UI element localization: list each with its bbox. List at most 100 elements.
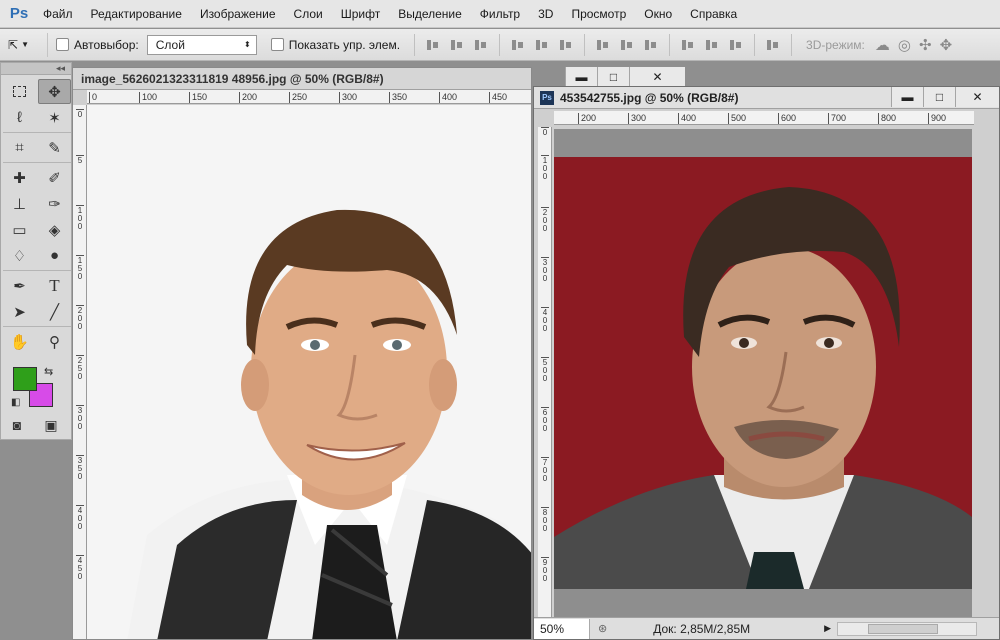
distribute-vcenter-icon[interactable] [620,38,634,52]
auto-select-checkbox[interactable] [56,38,69,51]
ruler-tick: 1 0 0 [76,205,84,231]
move-tool[interactable]: ✥ [38,79,71,104]
lasso-tool[interactable]: ℓ [3,105,36,130]
doc1-maximize-button[interactable]: □ [597,67,629,87]
arrow-cursor-icon: ➤ [13,303,26,321]
align-top-edges-icon[interactable] [426,38,440,52]
document-size-info: Док: 2,85M/2,85M [653,621,751,636]
horizontal-ruler: 0 100 150 200 250 300 350 400 450 [87,90,531,104]
foreground-color-swatch[interactable] [13,367,37,391]
hand-tool[interactable]: ✋ [3,329,36,354]
menu-edit[interactable]: Редактирование [82,0,191,28]
zoom-tool[interactable]: ⚲ [38,329,71,354]
screen-mode-icon[interactable]: ▣ [39,415,63,435]
history-brush-tool[interactable]: ✑ [38,191,71,216]
magnifier-icon: ⚲ [49,333,60,351]
3d-orbit-icon[interactable]: ☁ [875,36,890,54]
horizontal-scrollbar[interactable] [837,621,977,636]
pen-icon: ✒ [13,277,26,295]
menu-filter[interactable]: Фильтр [471,0,529,28]
menu-layers[interactable]: Слои [285,0,332,28]
default-colors-icon[interactable]: ◧ [11,397,20,408]
divider [754,33,756,56]
auto-align-layers-icon[interactable] [766,38,780,52]
swap-colors-icon[interactable]: ⇆ [44,365,53,378]
type-tool[interactable]: T [38,273,71,298]
dodge-tool[interactable]: ● [38,243,71,268]
pen-tool[interactable]: ✒ [3,273,36,298]
photoshop-logo: Ps [9,5,29,22]
ruler-tick: 400 [678,113,696,124]
status-expand-icon[interactable]: ▶ [824,623,831,634]
ruler-tick: 2 0 0 [76,305,84,331]
ruler-tick: 350 [389,92,407,103]
horizontal-ruler: 200 300 400 500 600 700 800 900 [554,111,974,125]
auto-select-target-dropdown[interactable]: Слой ⬍ [146,34,257,55]
distribute-hcenter-icon[interactable] [705,38,719,52]
crop-icon: ⌗ [15,139,24,156]
ruler-tick: 6 0 0 [541,407,549,433]
color-swatches: ⇆ ◧ [11,365,61,409]
ruler-tick: 100 [139,92,157,103]
menu-select[interactable]: Выделение [389,0,471,28]
line-tool[interactable]: ╱ [38,299,71,324]
menu-help[interactable]: Справка [681,0,746,28]
eraser-tool[interactable]: ▭ [3,217,36,242]
menu-3d[interactable]: 3D [529,0,562,28]
zoom-level-field[interactable]: 50% [534,618,590,639]
ruler-tick: 1 5 0 [76,255,84,281]
doc1-close-button[interactable]: ✕ [629,67,685,87]
distribute-top-icon[interactable] [596,38,610,52]
ruler-tick: 7 0 0 [541,457,549,483]
menu-file[interactable]: Файл [34,0,82,28]
menu-image[interactable]: Изображение [191,0,285,28]
brush-tool[interactable]: ✐ [38,165,71,190]
scrollbar-thumb[interactable] [868,623,938,634]
paint-bucket-tool[interactable]: ◈ [38,217,71,242]
doc2-close-button[interactable]: ✕ [955,87,999,107]
distribute-left-icon[interactable] [681,38,695,52]
document-2-status-bar: 50% ⊛ Док: 2,85M/2,85M ▶ [534,617,999,639]
tools-panel-header[interactable]: ◂◂ [1,63,71,75]
align-left-edges-icon[interactable] [511,38,525,52]
distribute-right-icon[interactable] [729,38,743,52]
align-horizontal-centers-icon[interactable] [535,38,549,52]
doc1-minimize-button[interactable]: ▬ [565,67,597,87]
type-icon: T [49,275,60,295]
rectangular-marquee-tool[interactable] [3,79,36,104]
clone-stamp-tool[interactable]: ⊥ [3,191,36,216]
document-1-canvas[interactable] [87,105,531,639]
status-menu-icon[interactable]: ⊛ [598,622,607,635]
distribute-bottom-icon[interactable] [644,38,658,52]
divider [3,132,71,133]
3d-pan-icon[interactable]: ✣ [919,36,932,54]
document-1-title[interactable]: image_5626021323311819 48956.jpg @ 50% (… [73,68,531,90]
document-2-canvas[interactable] [554,157,972,589]
ruler-tick: 600 [778,113,796,124]
divider [791,33,793,56]
lasso-icon: ℓ [17,109,22,126]
quick-mask-icon[interactable]: ◙ [5,415,29,435]
doc2-minimize-button[interactable]: ▬ [891,87,923,107]
show-transform-controls-checkbox[interactable] [270,38,284,51]
menu-type[interactable]: Шрифт [332,0,389,28]
align-bottom-edges-icon[interactable] [474,38,488,52]
healing-brush-tool[interactable]: ✚ [3,165,36,190]
eyedropper-icon: ✎ [48,139,61,157]
magic-wand-tool[interactable]: ✶ [38,105,71,130]
3d-roll-icon[interactable]: ◎ [898,36,911,54]
eyedropper-tool[interactable]: ✎ [38,135,71,160]
doc2-maximize-button[interactable]: □ [923,87,955,107]
auto-select-option[interactable]: Автовыбор: [56,38,139,52]
path-selection-tool[interactable]: ➤ [3,299,36,324]
align-right-edges-icon[interactable] [559,38,573,52]
ruler-tick: 3 5 0 [76,455,84,481]
blur-tool[interactable]: ♢ [3,243,36,268]
menu-view[interactable]: Просмотр [562,0,635,28]
tool-preset-picker[interactable]: ⇱ ▼ [0,32,48,57]
3d-slide-icon[interactable]: ✥ [940,36,953,54]
menu-window[interactable]: Окно [635,0,681,28]
crop-tool[interactable]: ⌗ [3,135,36,160]
align-vertical-centers-icon[interactable] [450,38,464,52]
show-transform-controls-option[interactable]: Показать упр. элем. [270,38,400,52]
